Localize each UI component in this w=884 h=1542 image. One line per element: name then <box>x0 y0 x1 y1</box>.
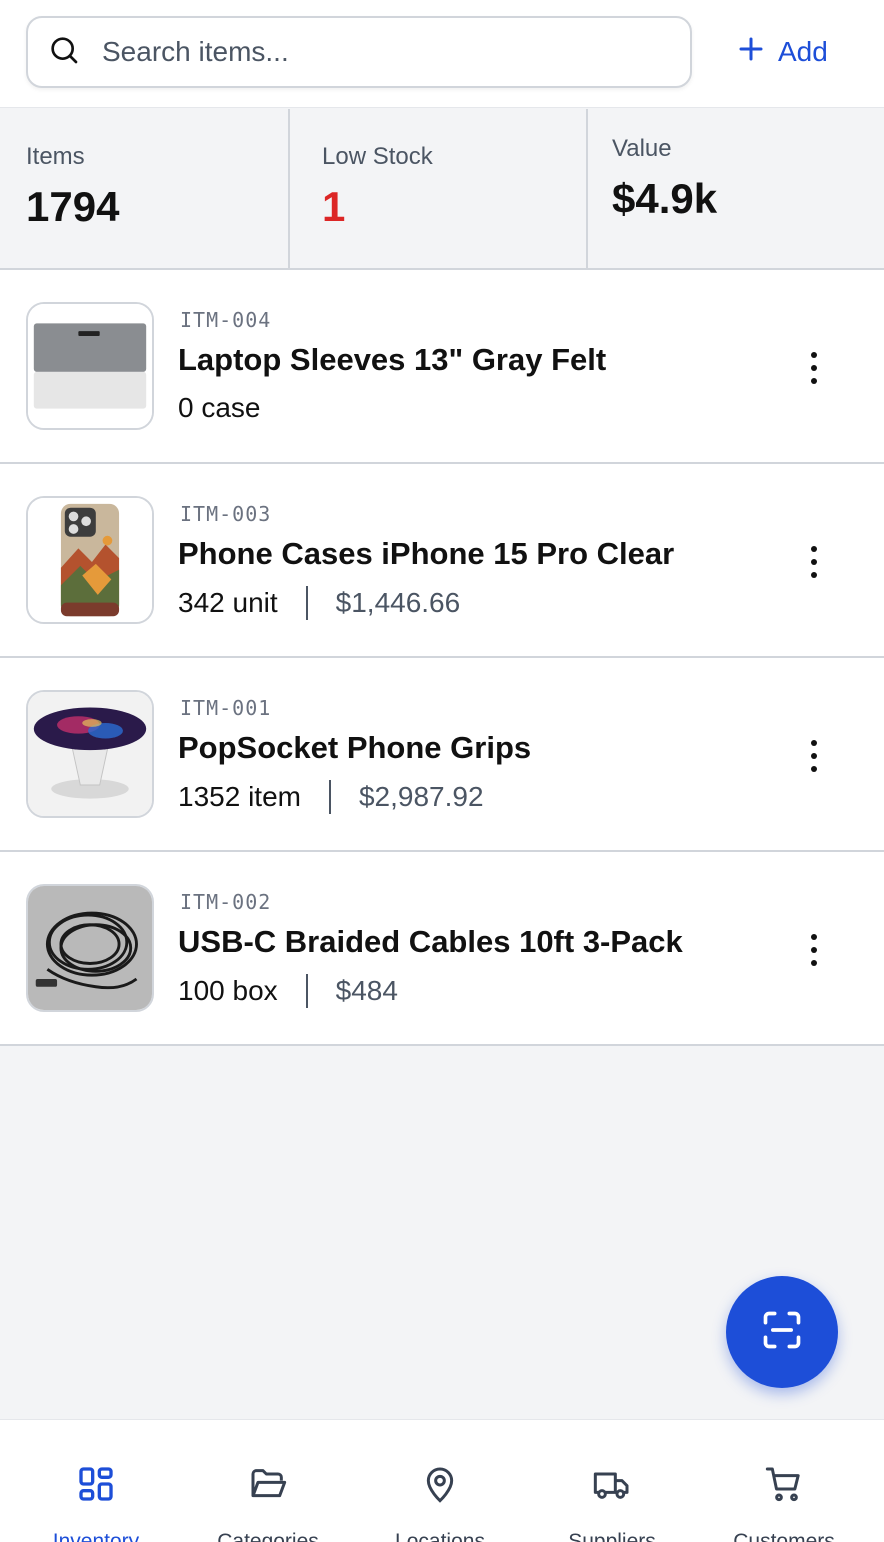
search-box[interactable] <box>26 16 692 88</box>
item-quantity: 100 box <box>178 975 278 1006</box>
item-meta: 342 unit $1,446.66 <box>178 586 460 620</box>
stat-items: Items 1794 <box>0 109 290 268</box>
item-price: $1,446.66 <box>335 587 461 618</box>
tab-customers[interactable]: Customers <box>698 1420 870 1542</box>
divider <box>305 974 308 1008</box>
list-item[interactable]: ITM-001 PopSocket Phone Grips 1352 item … <box>0 658 884 852</box>
cart-icon <box>764 1464 804 1510</box>
tab-inventory[interactable]: Inventory <box>10 1420 182 1542</box>
inventory-list: ITM-004 Laptop Sleeves 13" Gray Felt 0 c… <box>0 270 884 1046</box>
more-options-icon[interactable] <box>800 542 828 582</box>
tab-label: Inventory <box>52 1530 140 1542</box>
search-icon <box>48 34 80 71</box>
stat-low-stock: Low Stock 1 <box>290 109 588 268</box>
tab-label: Suppliers <box>568 1530 656 1542</box>
bottom-tab-bar: Inventory Categories Locations Suppliers <box>0 1419 884 1542</box>
item-name: Laptop Sleeves 13" Gray Felt <box>178 342 607 377</box>
more-options-icon[interactable] <box>800 736 828 776</box>
divider <box>305 586 308 620</box>
stat-value-label: Value <box>612 135 672 162</box>
scan-button[interactable] <box>726 1276 838 1388</box>
stats-bar: Items 1794 Low Stock 1 Value $4.9k <box>0 109 884 270</box>
laptop-sleeve-image <box>26 302 154 430</box>
folder-icon <box>248 1464 288 1510</box>
item-quantity: 342 unit <box>178 587 278 618</box>
tab-label: Locations <box>395 1530 485 1542</box>
usb-cable-image <box>26 884 154 1012</box>
map-pin-icon <box>420 1464 460 1510</box>
item-meta: 1352 item $2,987.92 <box>178 780 484 814</box>
more-options-icon[interactable] <box>800 348 828 388</box>
list-item[interactable]: ITM-004 Laptop Sleeves 13" Gray Felt 0 c… <box>0 270 884 464</box>
popsocket-image <box>26 690 154 818</box>
item-meta: 100 box $484 <box>178 974 398 1008</box>
add-button-label: Add <box>778 36 828 67</box>
stat-value: Value $4.9k <box>588 109 884 268</box>
more-options-icon[interactable] <box>800 930 828 970</box>
tab-suppliers[interactable]: Suppliers <box>526 1420 698 1542</box>
item-name: PopSocket Phone Grips <box>178 730 532 765</box>
plus-icon <box>736 34 766 71</box>
item-sku: ITM-001 <box>180 696 272 720</box>
tab-label: Categories <box>217 1530 319 1542</box>
tab-categories[interactable]: Categories <box>182 1420 354 1542</box>
item-sku: ITM-004 <box>180 308 272 332</box>
divider <box>328 780 331 814</box>
truck-icon <box>592 1464 632 1510</box>
list-item[interactable]: ITM-003 Phone Cases iPhone 15 Pro Clear … <box>0 464 884 658</box>
item-sku: ITM-002 <box>180 890 272 914</box>
stat-low-stock-value: 1 <box>322 183 346 230</box>
grid-icon <box>76 1464 116 1510</box>
scan-icon <box>760 1308 804 1357</box>
item-meta: 0 case <box>178 392 261 424</box>
item-name: USB-C Braided Cables 10ft 3-Pack <box>178 924 683 959</box>
stat-items-value: 1794 <box>26 183 120 230</box>
tab-locations[interactable]: Locations <box>354 1420 526 1542</box>
search-input[interactable] <box>102 36 642 68</box>
stat-low-stock-label: Low Stock <box>322 143 433 170</box>
item-quantity: 1352 item <box>178 781 301 812</box>
item-name: Phone Cases iPhone 15 Pro Clear <box>178 536 675 571</box>
list-item[interactable]: ITM-002 USB-C Braided Cables 10ft 3-Pack… <box>0 852 884 1046</box>
stat-items-label: Items <box>26 143 85 170</box>
stat-value-value: $4.9k <box>612 175 718 222</box>
tab-label: Customers <box>733 1530 835 1542</box>
add-button[interactable]: Add <box>736 30 828 74</box>
item-sku: ITM-003 <box>180 502 272 526</box>
item-price: $2,987.92 <box>358 781 484 812</box>
item-price: $484 <box>335 975 398 1006</box>
top-bar: Add <box>0 0 884 108</box>
item-quantity: 0 case <box>178 392 261 423</box>
phone-case-image <box>26 496 154 624</box>
